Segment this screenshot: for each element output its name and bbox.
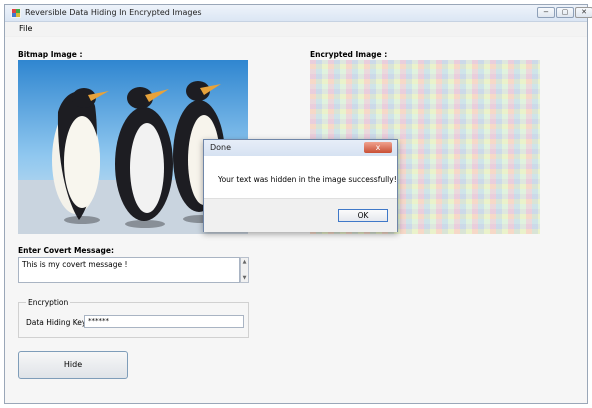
dialog-close-button[interactable]: x — [364, 142, 392, 153]
scroll-down-icon[interactable]: ▼ — [241, 274, 248, 282]
menu-file[interactable]: File — [19, 24, 32, 33]
dialog-title-bar: Done x — [204, 140, 397, 156]
title-bar: Reversible Data Hiding In Encrypted Imag… — [5, 5, 592, 22]
dialog-title: Done — [210, 143, 232, 152]
hide-button[interactable]: Hide — [18, 351, 128, 379]
maximize-button[interactable]: ▢ — [556, 7, 574, 18]
menu-bar: File — [5, 22, 587, 36]
covert-message-label: Enter Covert Message: — [18, 246, 114, 255]
window-title: Reversible Data Hiding In Encrypted Imag… — [25, 8, 202, 17]
encryption-group-title: Encryption — [26, 298, 71, 307]
minimize-button[interactable]: − — [537, 7, 555, 18]
encrypted-label: Encrypted Image : — [310, 50, 388, 59]
data-hiding-key-input[interactable]: ****** — [84, 315, 244, 328]
covert-message-input[interactable]: This is my covert message ! — [18, 257, 240, 283]
app-icon — [11, 8, 21, 18]
dialog-footer: OK — [204, 198, 397, 232]
close-icon: x — [375, 143, 381, 152]
done-dialog: Done x Your text was hidden in the image… — [203, 139, 398, 232]
dialog-message: Your text was hidden in the image succes… — [218, 175, 397, 184]
close-window-button[interactable]: ✕ — [575, 7, 592, 18]
ok-button[interactable]: OK — [338, 209, 388, 222]
covert-message-scrollbar[interactable]: ▲ ▼ — [240, 257, 249, 283]
bitmap-label: Bitmap Image : — [18, 50, 83, 59]
scroll-up-icon[interactable]: ▲ — [241, 258, 248, 266]
data-hiding-key-label: Data Hiding Key : — [26, 318, 92, 327]
covert-message-text: This is my covert message ! — [22, 260, 128, 269]
